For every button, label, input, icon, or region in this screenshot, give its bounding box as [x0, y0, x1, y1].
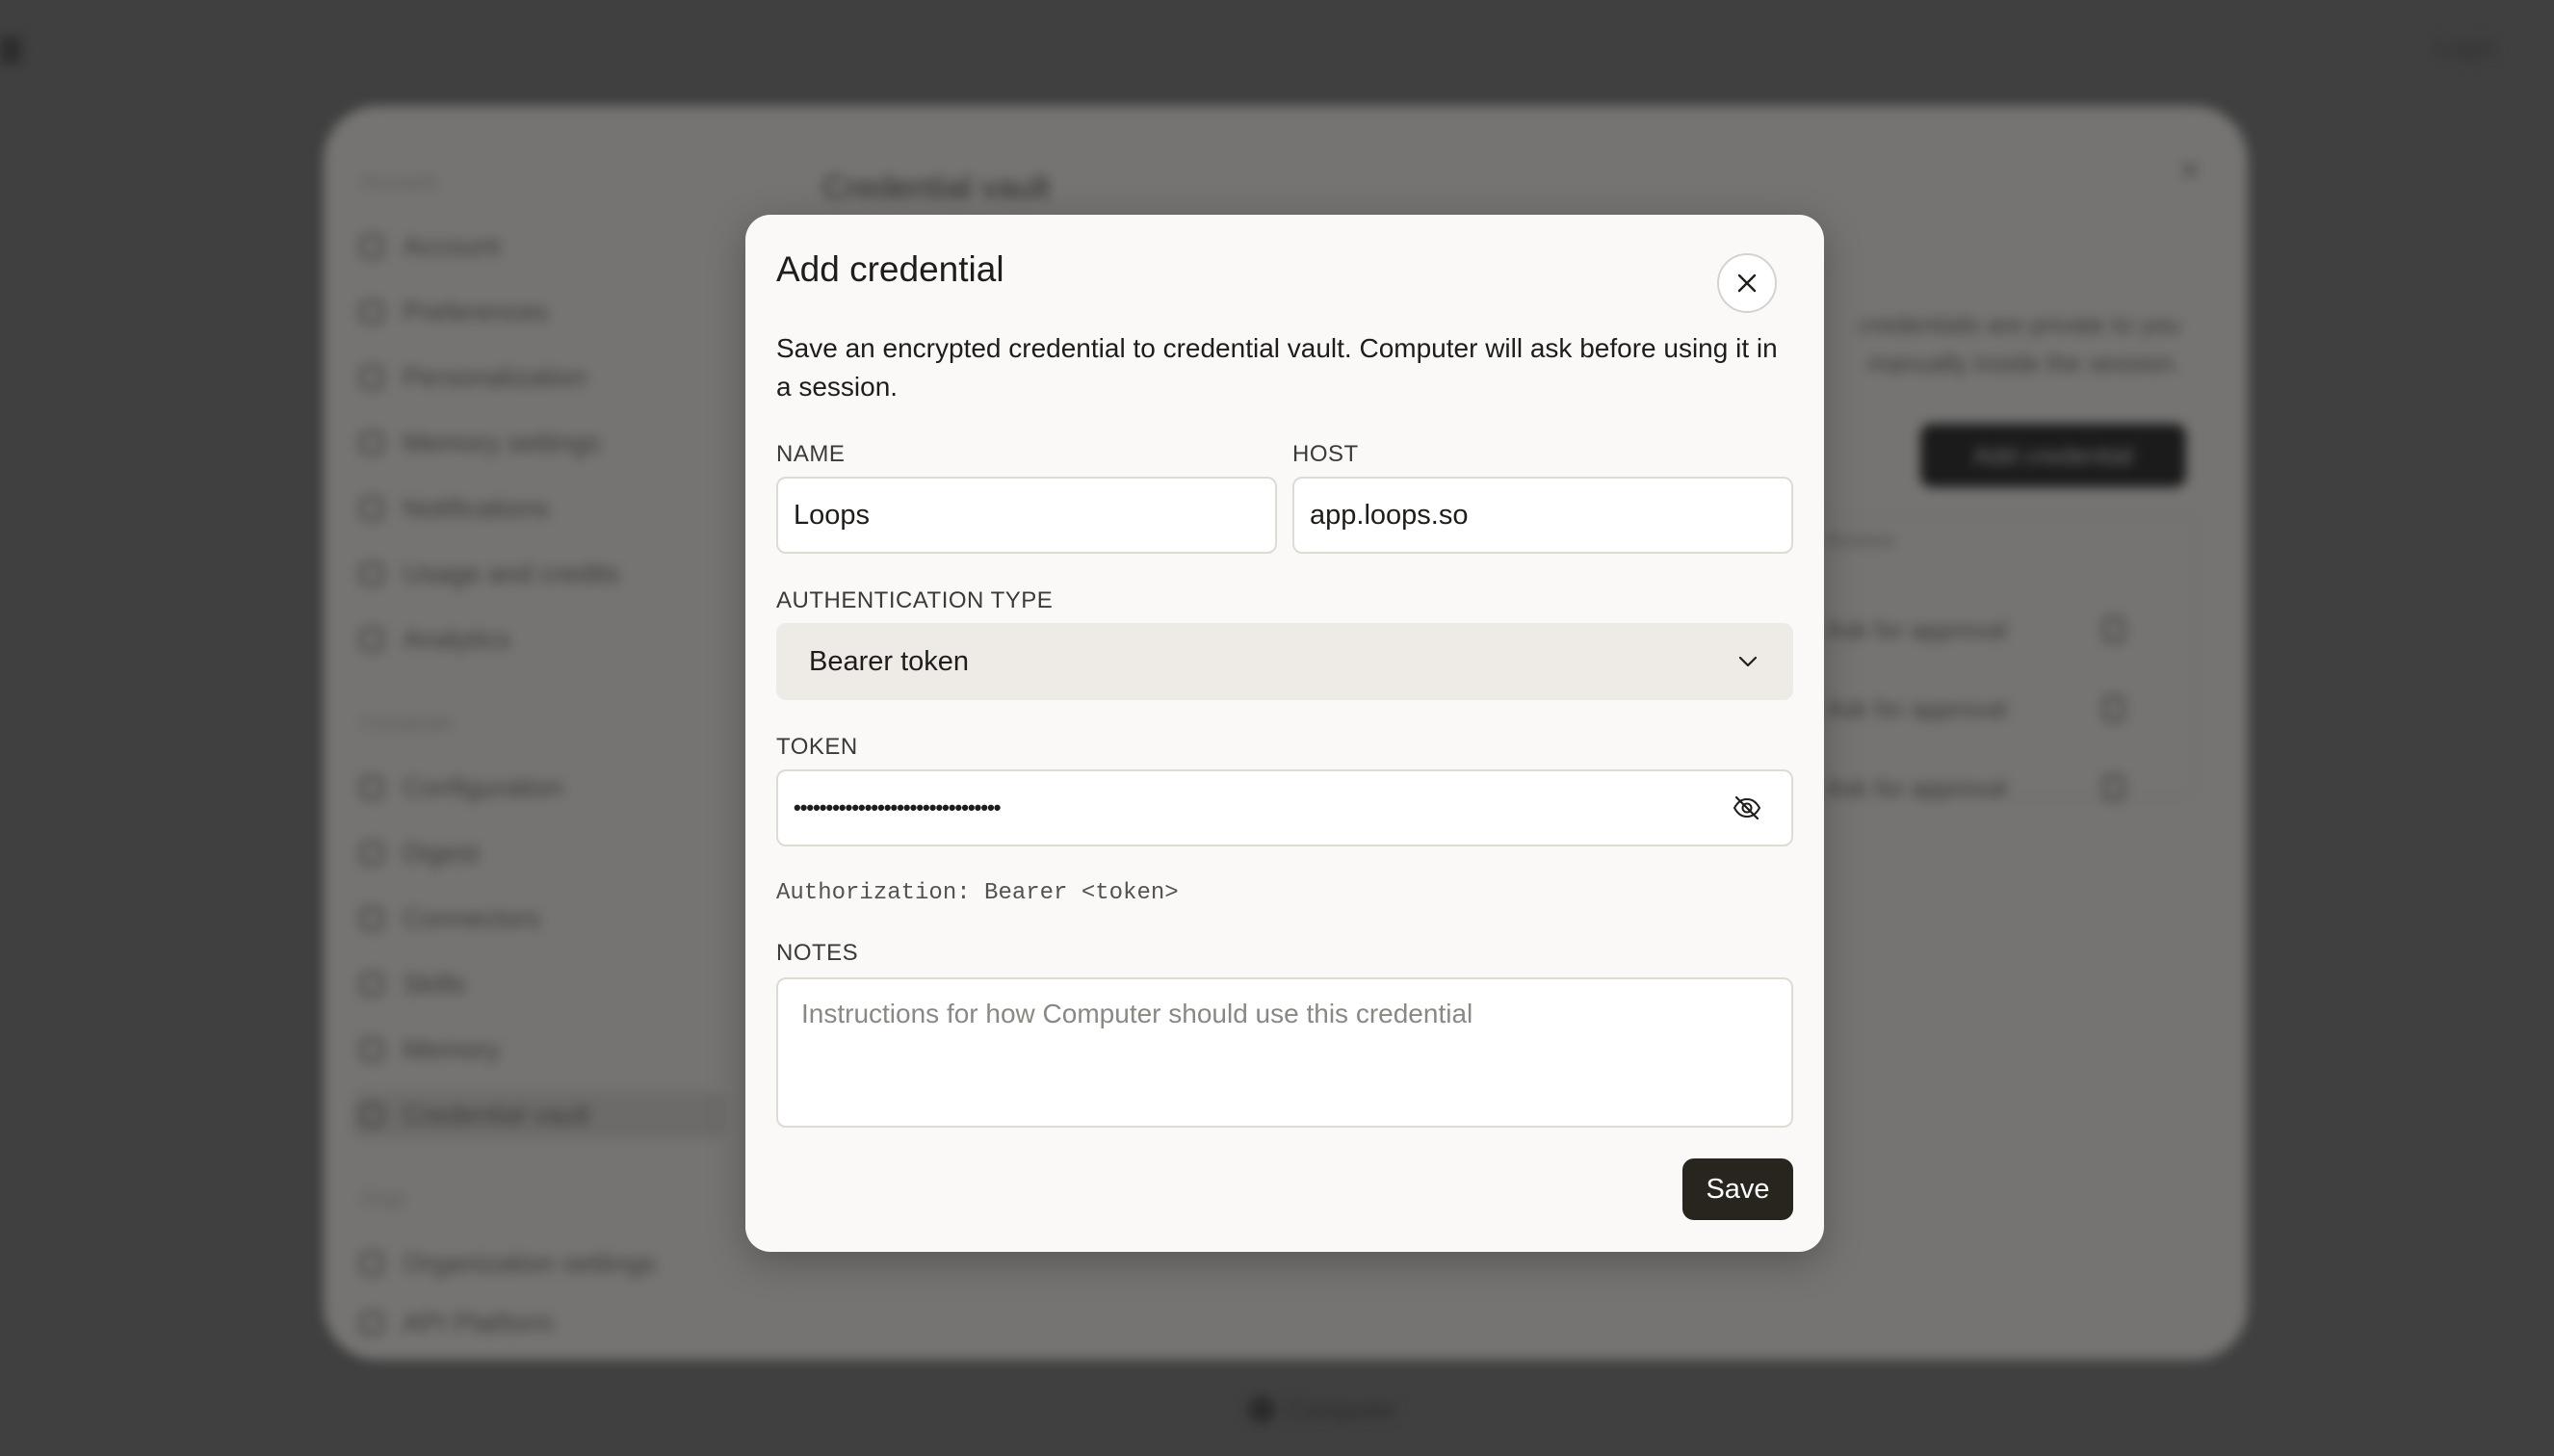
sidebar-item-usage: Usage and credits [360, 551, 620, 597]
chevron-down-icon [1738, 656, 1758, 667]
usage-icon [360, 562, 383, 585]
configuration-icon [360, 776, 383, 799]
sidebar-item-analytics: Analytics [360, 616, 510, 663]
bell-icon [360, 497, 383, 520]
token-label: TOKEN [776, 734, 858, 760]
sidebar-item-api-platform: API Platform [360, 1300, 554, 1346]
account-icon [360, 235, 383, 258]
settings-close-icon: × [2180, 152, 2200, 189]
sidebar-item-connectors: Connectors [360, 896, 540, 942]
vault-icon [360, 1104, 383, 1127]
sidebar-group-computer: Computer [360, 711, 454, 735]
api-icon [360, 1312, 383, 1335]
sidebar-item-credential-vault: Credential vault [352, 1092, 726, 1138]
eye-off-icon [1733, 795, 1761, 820]
close-button[interactable] [1717, 253, 1777, 313]
toggle-token-visibility-button[interactable] [1730, 791, 1764, 825]
table-header-access: Access [1826, 528, 1894, 552]
save-button[interactable]: Save [1682, 1158, 1793, 1220]
trash-icon [2102, 696, 2124, 721]
page-desc-line-1: credentials are private to you [1859, 310, 2180, 339]
sidebar-item-notifications: Notifications [360, 485, 550, 532]
sidebar-item-preferences: Preferences [360, 289, 548, 335]
computer-icon [1248, 1396, 1275, 1423]
preferences-icon [360, 300, 383, 324]
sidebar-item-digest: Digest [360, 830, 479, 876]
connectors-icon [360, 907, 383, 930]
name-label: NAME [776, 441, 846, 467]
memory-settings-icon [360, 431, 383, 455]
memory-icon [360, 1038, 383, 1061]
table-row: Ask for approval [1826, 684, 2124, 734]
notes-textarea[interactable] [776, 977, 1793, 1128]
credentials-table [1807, 514, 2196, 797]
menu-icon [0, 37, 21, 64]
trash-icon [2102, 775, 2124, 800]
organization-icon [360, 1252, 383, 1275]
digest-icon [360, 842, 383, 865]
table-row: Ask for approval [1826, 605, 2124, 655]
auth-type-select[interactable]: Bearer token [776, 623, 1793, 700]
host-input[interactable] [1292, 477, 1793, 554]
add-credential-button-bg: Add credential [1920, 424, 2186, 487]
bottom-chip: Computer [1248, 1391, 1396, 1429]
trash-icon [2102, 617, 2124, 642]
notes-label: NOTES [776, 940, 859, 966]
sidebar-item-organization-settings: Organization settings [360, 1240, 656, 1287]
sidebar-item-account: Account [360, 223, 500, 270]
sidebar-item-memory-settings: Memory settings [360, 420, 600, 466]
sidebar-item-personalization: Personalization [360, 354, 586, 401]
auth-header-hint: Authorization: Bearer <token> [776, 880, 1179, 906]
page-desc-line-2: manually inside the session. [1866, 349, 2180, 377]
top-right-label: Login [2435, 33, 2496, 62]
host-label: HOST [1292, 441, 1359, 467]
skills-icon [360, 973, 383, 996]
personalization-icon [360, 366, 383, 389]
sidebar-group-orgs: Orgs [360, 1186, 406, 1210]
sidebar-item-skills: Skills [360, 961, 465, 1007]
sidebar-item-configuration: Configuration [360, 765, 563, 811]
name-input[interactable] [776, 477, 1277, 554]
add-credential-dialog: Add credential Save an encrypted credent… [745, 215, 1824, 1252]
dialog-description: Save an encrypted credential to credenti… [776, 333, 1778, 402]
dialog-title: Add credential [776, 249, 1004, 289]
table-row: Ask for approval [1826, 763, 2124, 813]
auth-type-value: Bearer token [809, 645, 970, 677]
sidebar-item-memory: Memory [360, 1027, 500, 1073]
sidebar-group-account: Account [360, 169, 437, 194]
auth-type-label: AUTHENTICATION TYPE [776, 587, 1054, 613]
token-input[interactable]: •••••••••••••••••••••••••••••••• [776, 769, 1793, 846]
token-masked-value: •••••••••••••••••••••••••••••••• [794, 795, 1001, 819]
analytics-icon [360, 628, 383, 651]
close-icon [1737, 273, 1757, 293]
page-title: Credential vault [822, 169, 1051, 206]
